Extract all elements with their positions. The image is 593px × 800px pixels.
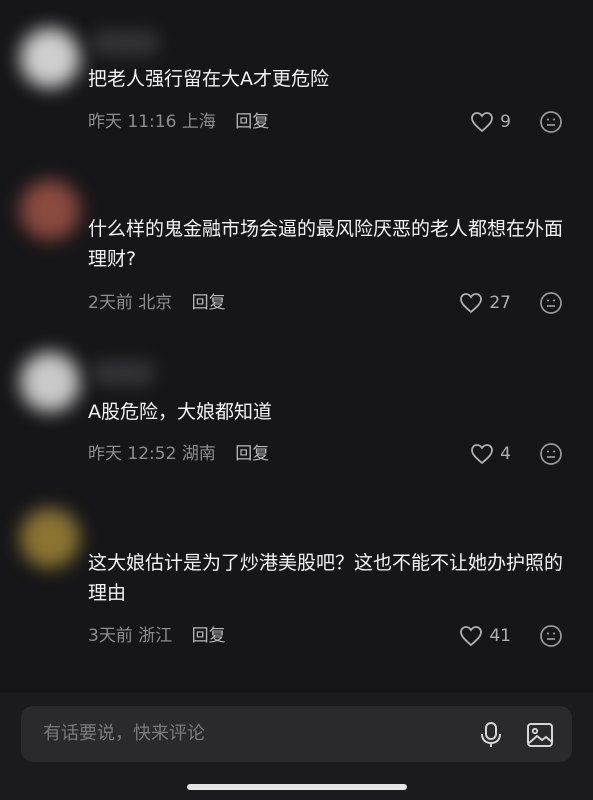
smiley-face-icon[interactable] [539,291,563,315]
microphone-icon[interactable] [479,721,503,749]
heart-outline-icon [471,444,494,465]
comment-text: 什么样的鬼金融市场会逼的最风险厌恶的老人都想在外面理财? [88,218,564,270]
home-indicator [187,784,407,790]
like-count: 41 [489,626,511,646]
reply-button[interactable]: 回复 [235,112,269,132]
smiley-face-icon[interactable] [539,624,563,648]
comment-time: 昨天 12:52 [88,444,177,464]
like-button[interactable]: 4 [470,442,511,466]
avatar[interactable] [20,28,80,88]
avatar[interactable] [20,508,80,568]
heart-outline-icon [471,112,494,133]
comment-location: 北京 [138,293,173,313]
like-count: 9 [500,112,511,132]
like-button[interactable]: 27 [459,291,511,315]
reply-button[interactable]: 回复 [235,444,269,464]
avatar[interactable] [20,180,80,240]
like-button[interactable]: 41 [459,624,511,648]
comment-input[interactable]: 有话要说，快来评论 [21,706,572,762]
comment-time: 昨天 11:16 [88,112,177,132]
comment-text: 把老人强行留在大A才更危险 [88,68,329,90]
avatar[interactable] [20,352,80,412]
like-button[interactable]: 9 [470,110,511,134]
image-icon[interactable] [526,721,554,749]
reply-button[interactable]: 回复 [192,626,226,646]
comment-meta: 昨天 11:16 上海 回复 [88,110,269,134]
comment-meta: 昨天 12:52 湖南 回复 [88,442,269,466]
username-blurred[interactable] [90,30,160,56]
like-count: 4 [500,444,511,464]
like-count: 27 [489,293,511,313]
comment-time: 3天前 [88,626,133,646]
comment-meta: 3天前 浙江 回复 [88,624,226,648]
heart-outline-icon [460,626,483,647]
comment-time: 2天前 [88,293,133,313]
comment-text: 这大娘估计是为了炒港美股吧？这也不能不让她办护照的理由 [88,552,564,604]
reply-button[interactable]: 回复 [192,293,226,313]
comment-text: A股危险，大娘都知道 [88,401,272,423]
comment-location: 上海 [181,112,216,132]
smiley-face-icon[interactable] [539,442,563,466]
smiley-face-icon[interactable] [539,110,563,134]
comment-input-placeholder[interactable]: 有话要说，快来评论 [43,722,205,746]
heart-outline-icon [460,293,483,314]
username-blurred[interactable] [90,360,156,386]
comment-meta: 2天前 北京 回复 [88,291,226,315]
comment-location: 浙江 [138,626,173,646]
comment-screen: 把老人强行留在大A才更危险 昨天 11:16 上海 回复 9 什么样的鬼金融市场… [0,0,593,800]
comment-location: 湖南 [181,444,216,464]
